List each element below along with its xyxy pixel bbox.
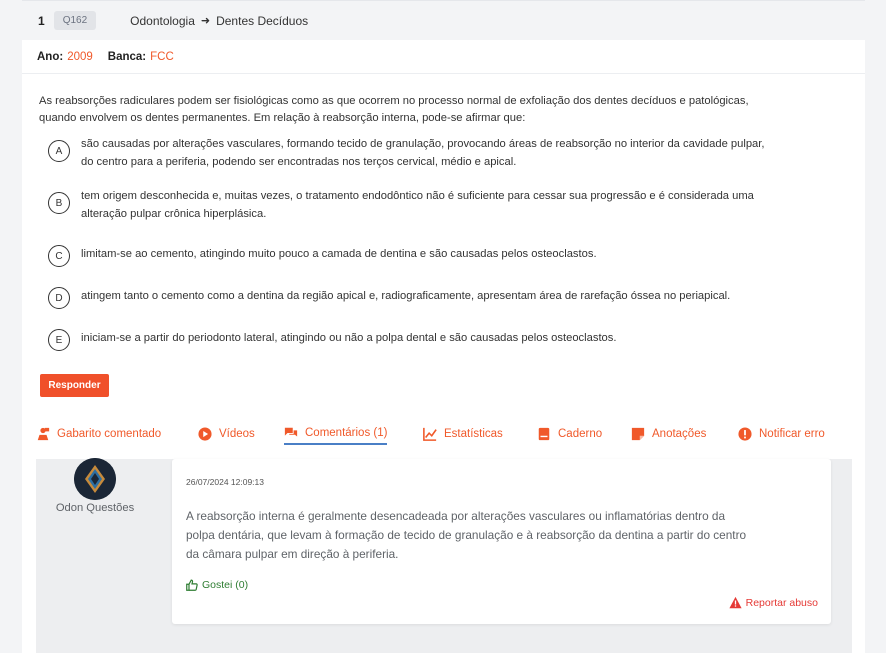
- option-text[interactable]: tem origem desconhecida e, muitas vezes,…: [81, 188, 754, 223]
- board-label: Banca:: [107, 50, 147, 63]
- option-d[interactable]: D atingem tanto o cemento como a dentina…: [48, 283, 848, 309]
- statement-line: As reabsorções radiculares podem ser fis…: [39, 95, 749, 107]
- board-value[interactable]: FCC: [150, 51, 174, 63]
- question-tabs: Gabarito comentado Vídeos Comentários (1…: [22, 418, 865, 446]
- question-card: 1 Q162 Odontologia ➜ Dentes Decíduos Ano…: [22, 0, 865, 653]
- option-text[interactable]: limitam-se ao cemento, atingindo muito p…: [81, 246, 597, 264]
- comment-author[interactable]: Odon Questões: [52, 502, 138, 514]
- breadcrumb: Odontologia ➜ Dentes Decíduos: [130, 14, 308, 28]
- sticky-note-icon: [631, 427, 645, 440]
- thumbs-up-icon: [186, 579, 198, 591]
- question-statement: As reabsorções radiculares podem ser fis…: [39, 93, 849, 127]
- author-logo-icon: [74, 458, 116, 500]
- tab-gabarito-comentado[interactable]: Gabarito comentado: [36, 418, 161, 445]
- comment-text: A reabsorção interna é geralmente desenc…: [186, 509, 747, 561]
- option-b[interactable]: B tem origem desconhecida e, muitas veze…: [48, 188, 848, 223]
- comments-icon: [284, 427, 298, 436]
- warning-icon: [729, 596, 742, 609]
- question-header: 1 Q162 Odontologia ➜ Dentes Decíduos: [22, 0, 865, 40]
- question-number: 1: [38, 13, 45, 28]
- teacher-icon: [37, 427, 50, 440]
- year-value[interactable]: 2009: [67, 51, 93, 63]
- breadcrumb-subject[interactable]: Odontologia: [130, 14, 195, 28]
- like-button[interactable]: Gostei (0): [186, 579, 248, 591]
- report-abuse-link[interactable]: Reportar abuso: [729, 596, 818, 609]
- tab-caderno[interactable]: Caderno: [537, 418, 602, 445]
- option-letter[interactable]: B: [48, 192, 70, 214]
- option-text[interactable]: iniciam-se a partir do periodonto latera…: [81, 330, 616, 348]
- year-label: Ano:: [37, 50, 64, 63]
- tab-estatisticas[interactable]: Estatísticas: [423, 418, 503, 445]
- chart-line-icon: [423, 427, 437, 441]
- option-a[interactable]: A são causadas por alterações vasculares…: [48, 136, 848, 171]
- option-e[interactable]: E iniciam-se a partir do periodonto late…: [48, 325, 848, 351]
- comment-date: 26/07/2024 12:09:13: [186, 477, 264, 487]
- question-meta: Ano: 2009 Banca: FCC: [22, 40, 865, 74]
- option-text[interactable]: atingem tanto o cemento como a dentina d…: [81, 288, 730, 306]
- tab-videos[interactable]: Vídeos: [198, 418, 255, 445]
- question-code-badge[interactable]: Q162: [53, 11, 97, 30]
- answer-button[interactable]: Responder: [40, 374, 109, 397]
- option-letter[interactable]: A: [48, 140, 70, 162]
- breadcrumb-topic[interactable]: Dentes Decíduos: [216, 14, 308, 28]
- tab-notificar-erro[interactable]: Notificar erro: [738, 418, 825, 445]
- option-text[interactable]: são causadas por alterações vasculares, …: [81, 136, 765, 171]
- exclamation-icon: [738, 426, 752, 441]
- option-c[interactable]: C limitam-se ao cemento, atingindo muito…: [48, 241, 848, 267]
- tab-comentarios[interactable]: Comentários (1): [284, 418, 388, 445]
- play-icon: [198, 426, 212, 441]
- option-letter[interactable]: C: [48, 245, 70, 267]
- option-letter[interactable]: E: [48, 329, 70, 351]
- option-letter[interactable]: D: [48, 287, 70, 309]
- arrow-right-icon: ➜: [200, 15, 211, 27]
- comment-card: 26/07/2024 12:09:13 A reabsorção interna…: [172, 459, 831, 624]
- statement-line: quando envolvem os dentes permanentes. E…: [39, 112, 526, 124]
- tab-anotacoes[interactable]: Anotações: [631, 418, 706, 445]
- avatar[interactable]: [74, 458, 116, 500]
- notebook-icon: [538, 427, 550, 440]
